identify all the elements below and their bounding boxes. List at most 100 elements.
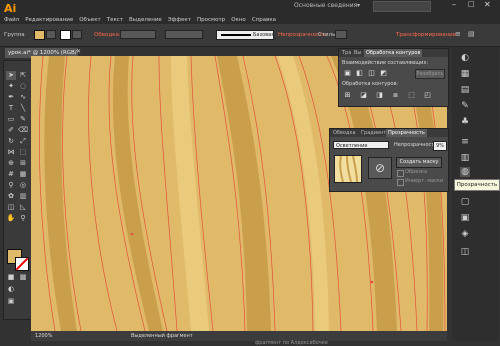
artwork-thumbnail[interactable] — [334, 155, 362, 183]
tab-transparency[interactable]: Прозрачность — [386, 129, 427, 137]
merge-icon[interactable]: ◨ — [375, 91, 384, 99]
menu-object[interactable]: Объект — [79, 16, 101, 24]
gradient-panel-icon[interactable]: ▥ — [460, 153, 470, 163]
variable-width-dropdown[interactable] — [165, 30, 203, 39]
appearance-icon[interactable]: ▢ — [460, 197, 470, 207]
direct-selection-tool-icon[interactable]: ⇱ — [18, 71, 28, 80]
tab-gradient[interactable]: Градиент — [359, 129, 388, 137]
align-icon[interactable]: ≡ — [455, 30, 461, 38]
pencil-icon[interactable]: ✐ — [6, 126, 16, 135]
free-transform-icon[interactable]: ⬚ — [18, 148, 28, 157]
artboard-tool-icon[interactable]: ◫ — [6, 203, 16, 212]
maximize-icon[interactable]: □ — [468, 0, 475, 8]
rectangle-tool-icon[interactable]: ▭ — [6, 115, 16, 124]
tab-align[interactable]: Вы — [352, 49, 363, 57]
trim-icon[interactable]: ◪ — [359, 91, 368, 99]
column-graph-icon[interactable]: ▥ — [18, 192, 28, 201]
close-icon[interactable]: ✕ — [76, 48, 81, 55]
exclude-icon[interactable]: ◩ — [379, 69, 388, 77]
menu-select[interactable]: Выделение — [129, 16, 162, 24]
paintbrush-icon[interactable]: ✎ — [18, 115, 28, 124]
stroke-weight-field[interactable] — [120, 30, 156, 39]
symbols-icon[interactable]: ♣ — [460, 117, 470, 127]
fill-swatch[interactable] — [34, 30, 45, 40]
blend-tool-icon[interactable]: ◎ — [18, 181, 28, 190]
artboards-icon[interactable]: ◫ — [460, 247, 470, 257]
stroke-color-box[interactable] — [15, 257, 29, 271]
menu-file[interactable]: Файл — [4, 16, 19, 24]
divide-icon[interactable]: ⊞ — [343, 91, 352, 99]
color-panel-icon[interactable]: ◐ — [460, 53, 470, 63]
panel-menu-icon[interactable]: ▤ — [468, 30, 475, 38]
thumbnail-preview — [339, 155, 358, 183]
tab-stroke[interactable]: Обводка — [331, 129, 358, 137]
zoom-tool-icon[interactable]: ⚲ — [18, 214, 28, 223]
minus-back-icon[interactable]: ◰ — [423, 91, 432, 99]
scale-tool-icon[interactable]: ⤢ — [18, 137, 28, 146]
stroke-panel-icon[interactable]: ≡ — [460, 137, 470, 147]
screen-mode-icon[interactable]: ▣ — [6, 297, 16, 306]
gradient-mode-icon[interactable]: ▩ — [18, 273, 28, 282]
minus-front-icon[interactable]: ◧ — [355, 69, 364, 77]
menu-view[interactable]: Просмотр — [197, 16, 225, 24]
curvature-tool-icon[interactable]: ∿ — [18, 93, 28, 102]
hand-tool-icon[interactable]: ✋ — [6, 214, 16, 223]
eyedropper-icon[interactable]: ⚲ — [6, 181, 16, 190]
transform-link[interactable]: Трансформирование — [396, 31, 456, 39]
brushes-icon[interactable]: ✎ — [460, 101, 470, 111]
shape-builder-icon[interactable]: ⊕ — [6, 159, 16, 168]
blend-mode-select[interactable]: Осветление — [333, 141, 389, 149]
brush-definition[interactable]: Базовая — [216, 30, 274, 40]
width-tool-icon[interactable]: ⋈ — [6, 148, 16, 157]
symbol-sprayer-icon[interactable]: ✿ — [6, 192, 16, 201]
minimize-icon[interactable]: – — [452, 0, 456, 9]
graphic-styles-icon[interactable]: ▣ — [460, 213, 470, 223]
color-mode-icon[interactable]: ■ — [6, 273, 16, 282]
menu-window[interactable]: Окно — [231, 16, 246, 24]
color-guide-icon[interactable]: ▦ — [460, 69, 470, 79]
style-dropdown[interactable] — [335, 30, 347, 39]
fill-dropdown[interactable] — [46, 30, 56, 39]
menu-edit[interactable]: Редактирование — [25, 16, 73, 24]
search-input[interactable] — [373, 1, 431, 12]
zoom-level[interactable]: 1200% — [35, 333, 52, 339]
stroke-label[interactable]: Обводка: — [94, 31, 121, 39]
menu-effect[interactable]: Эффект — [168, 16, 191, 24]
mesh-tool-icon[interactable]: # — [6, 170, 16, 179]
selection-tool-icon[interactable]: ➤ — [6, 71, 16, 80]
menu-type[interactable]: Текст — [107, 16, 123, 24]
slice-tool-icon[interactable]: ◺ — [18, 203, 28, 212]
opacity-field[interactable]: 9% — [433, 141, 447, 151]
magic-wand-icon[interactable]: ✦ — [6, 82, 16, 91]
transparency-panel-icon[interactable]: ◍ — [460, 167, 470, 177]
make-mask-button[interactable]: Создать маску — [396, 157, 442, 168]
invert-mask-checkbox[interactable] — [397, 179, 404, 186]
crop-icon[interactable]: ⧈ — [391, 91, 400, 99]
outline-icon[interactable]: ⬚ — [407, 91, 416, 99]
gradient-tool-icon[interactable]: ▦ — [18, 170, 28, 179]
rotate-tool-icon[interactable]: ↻ — [6, 137, 16, 146]
stroke-swatch[interactable] — [60, 30, 71, 40]
perspective-grid-icon[interactable]: ⊞ — [18, 159, 28, 168]
clip-checkbox[interactable] — [397, 170, 404, 177]
anchor-point[interactable] — [370, 280, 374, 284]
layers-icon[interactable]: ◈ — [460, 229, 470, 239]
line-tool-icon[interactable]: ╲ — [18, 104, 28, 113]
pen-tool-icon[interactable]: ✒ — [6, 93, 16, 102]
expand-button[interactable]: Разобрать — [415, 69, 445, 79]
close-icon[interactable]: ✕ — [484, 0, 491, 9]
unite-icon[interactable]: ▣ — [343, 69, 352, 77]
no-mask-icon[interactable]: ⊘ — [368, 157, 392, 179]
eraser-icon[interactable]: ⌫ — [18, 126, 28, 135]
lasso-icon[interactable]: ◌ — [18, 82, 28, 91]
workspace-switcher[interactable]: Основные сведения — [294, 2, 357, 9]
menu-help[interactable]: Справка — [252, 16, 276, 24]
stroke-swatch-dropdown[interactable] — [72, 30, 82, 39]
draw-mode-icon[interactable]: ◐ — [6, 285, 16, 294]
type-tool-icon[interactable]: T — [6, 104, 16, 113]
intersect-icon[interactable]: ◫ — [367, 69, 376, 77]
anchor-point[interactable] — [130, 232, 134, 236]
swatches-icon[interactable]: ▤ — [460, 85, 470, 95]
tab-pathfinder[interactable]: Обработка контуров — [364, 49, 423, 57]
chevron-down-icon[interactable]: ▾ — [357, 2, 360, 9]
